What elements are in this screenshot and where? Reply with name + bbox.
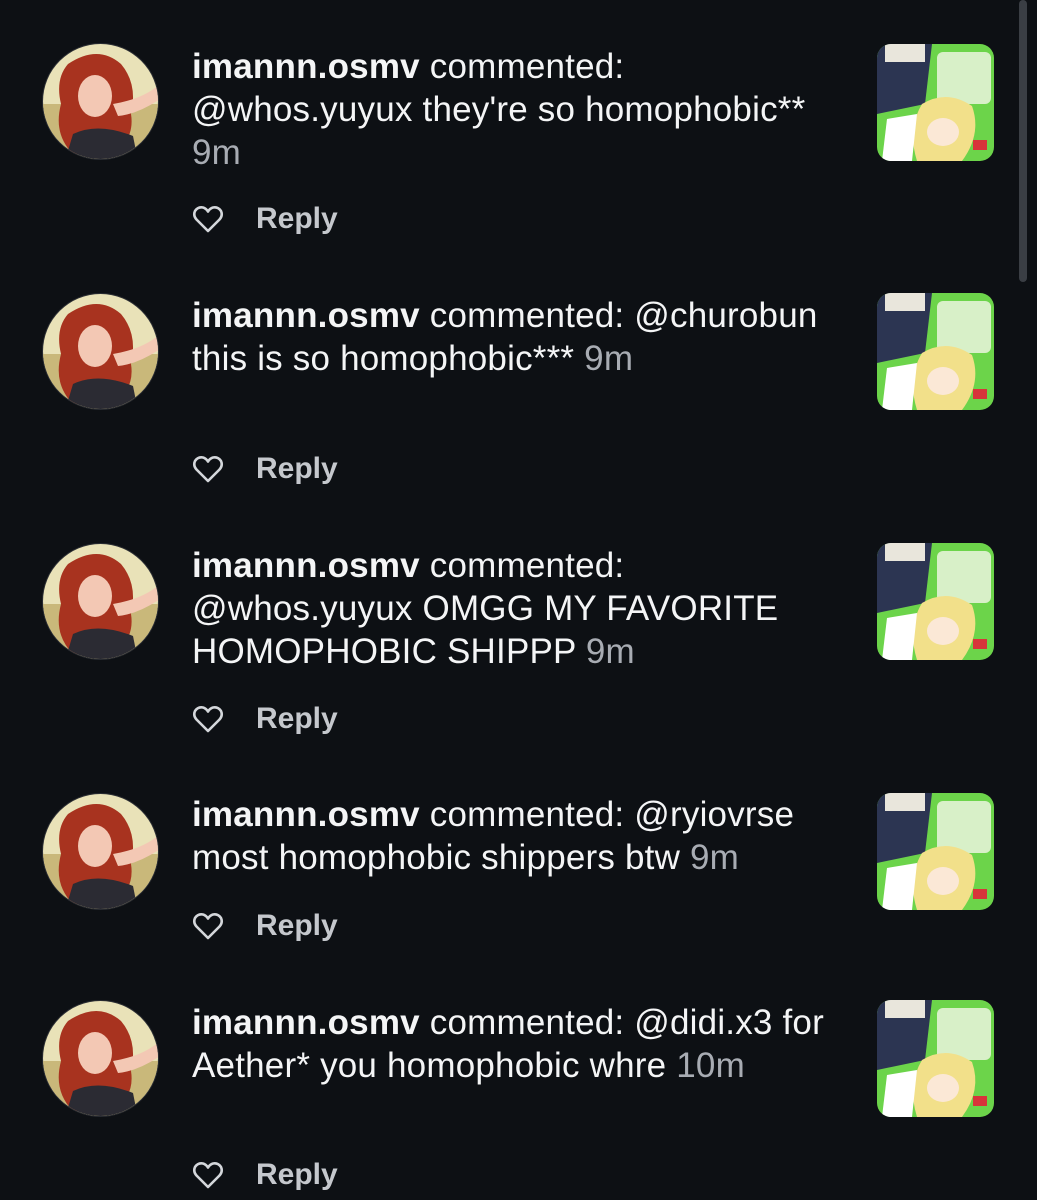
comment-verb: commented:	[429, 1003, 625, 1042]
post-thumbnail[interactable]	[877, 44, 994, 161]
comment-actions: Reply	[192, 699, 338, 739]
heart-outline-icon[interactable]	[192, 204, 224, 234]
comment-timestamp: 10m	[676, 1046, 745, 1085]
comment-actions: Reply	[192, 449, 338, 489]
avatar[interactable]	[42, 293, 159, 410]
comment-actions: Reply	[192, 906, 338, 946]
comment-verb: commented:	[429, 296, 625, 335]
comment-timestamp: 9m	[690, 838, 740, 877]
comment-username[interactable]: imannn.osmv	[192, 1003, 420, 1042]
comment-timestamp: 9m	[585, 632, 635, 671]
comment-verb: commented:	[429, 795, 625, 834]
comment-verb: commented:	[429, 546, 625, 585]
heart-outline-icon[interactable]	[192, 704, 224, 734]
reply-button[interactable]: Reply	[256, 702, 338, 736]
reply-button[interactable]: Reply	[256, 909, 338, 943]
heart-outline-icon[interactable]	[192, 1160, 224, 1190]
comment-actions: Reply	[192, 1155, 338, 1195]
comment-text: imannn.osmv commented: @didi.x3 for Aeth…	[192, 1001, 847, 1087]
reply-button[interactable]: Reply	[256, 1158, 338, 1192]
heart-outline-icon[interactable]	[192, 911, 224, 941]
post-thumbnail[interactable]	[877, 543, 994, 660]
comment-actions: Reply	[192, 199, 338, 239]
comment-timestamp: 9m	[584, 339, 634, 378]
avatar[interactable]	[42, 543, 159, 660]
scrollbar[interactable]	[1019, 0, 1027, 282]
comment-text: imannn.osmv commented: @churobun this is…	[192, 294, 847, 380]
comment-username[interactable]: imannn.osmv	[192, 296, 420, 335]
post-thumbnail[interactable]	[877, 293, 994, 410]
comment-body: @whos.yuyux OMGG MY FAVORITE HOMOPHOBIC …	[192, 589, 779, 671]
comment-text: imannn.osmv commented: @ryiovrse most ho…	[192, 793, 847, 879]
avatar[interactable]	[42, 1000, 159, 1117]
reply-button[interactable]: Reply	[256, 202, 338, 236]
avatar[interactable]	[42, 793, 159, 910]
activity-feed: imannn.osmv commented: @whos.yuyux they'…	[0, 0, 1037, 1200]
comment-text: imannn.osmv commented: @whos.yuyux they'…	[192, 45, 847, 174]
comment-text: imannn.osmv commented: @whos.yuyux OMGG …	[192, 544, 847, 673]
comment-username[interactable]: imannn.osmv	[192, 47, 420, 86]
post-thumbnail[interactable]	[877, 1000, 994, 1117]
comment-body: @whos.yuyux they're so homophobic**	[192, 90, 806, 129]
heart-outline-icon[interactable]	[192, 454, 224, 484]
comment-username[interactable]: imannn.osmv	[192, 546, 420, 585]
comment-timestamp: 9m	[192, 133, 242, 172]
post-thumbnail[interactable]	[877, 793, 994, 910]
comment-username[interactable]: imannn.osmv	[192, 795, 420, 834]
reply-button[interactable]: Reply	[256, 452, 338, 486]
comment-verb: commented:	[429, 47, 625, 86]
avatar[interactable]	[42, 43, 159, 160]
